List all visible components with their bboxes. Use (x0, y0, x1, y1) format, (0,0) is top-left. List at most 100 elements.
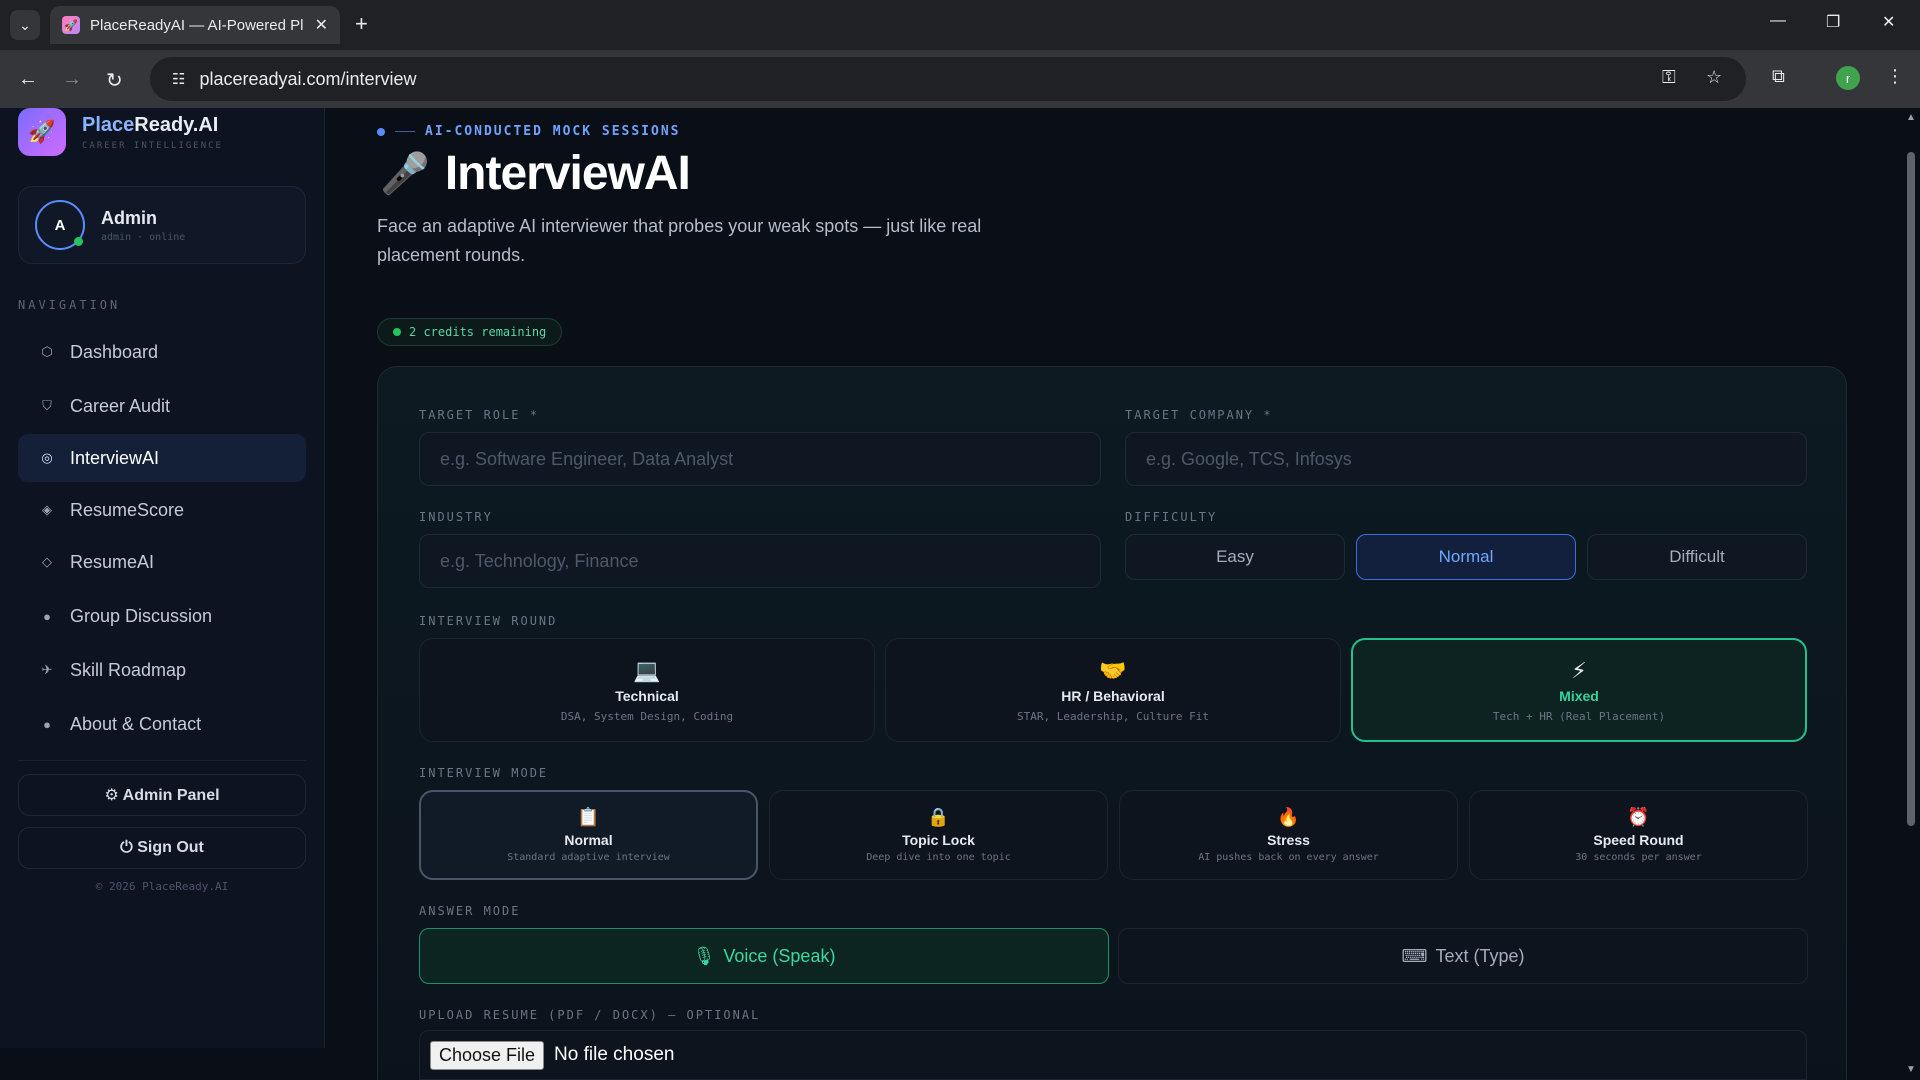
sidebar-item-career-audit[interactable]: ⛉ Career Audit (18, 382, 306, 430)
password-key-icon[interactable]: ⚿ (1662, 67, 1676, 88)
brand-tagline: CAREER INTELLIGENCE (82, 140, 223, 151)
new-tab-plus-icon[interactable]: + (355, 12, 368, 36)
shield-icon: ⛉ (42, 398, 52, 413)
plane-icon: ✈ (41, 662, 53, 677)
sidebar-item-resumescore[interactable]: ◈ ResumeScore (18, 486, 306, 534)
tab-title: PlaceReadyAI — AI-Powered Pl (90, 16, 304, 34)
sidebar-item-resumeai[interactable]: ◇ ResumeAI (18, 538, 306, 586)
forward-arrow-icon[interactable]: → (62, 68, 82, 91)
extensions-puzzle-icon[interactable]: ⧉ (1772, 66, 1785, 87)
reload-icon[interactable]: ↻ (106, 68, 123, 93)
tab-close-icon[interactable]: ✕ (315, 15, 328, 35)
industry-label: INDUSTRY (419, 510, 493, 524)
site-info-icon[interactable]: ☷ (172, 70, 185, 88)
speech-bubble-icon: ● (43, 716, 51, 732)
diamond-icon: ◈ (42, 502, 52, 517)
credits-badge: 2 credits remaining (377, 318, 563, 346)
user-name: Admin (101, 207, 157, 228)
brand[interactable]: 🚀 PlaceReady.AI CAREER INTELLIGENCE (18, 108, 223, 156)
sidebar-divider (18, 760, 306, 761)
target-icon: ◎ (41, 450, 53, 465)
browser-tab-bar: ⌄ 🚀 PlaceReadyAI — AI-Powered Pl ✕ + — ❐… (0, 0, 1920, 50)
tab-list-chevron-icon[interactable]: ⌄ (10, 10, 40, 40)
mode-topic-lock-card[interactable]: 🔒 Topic Lock Deep dive into one topic (769, 790, 1108, 880)
answer-voice-button[interactable]: 🎙 Voice (Speak) (419, 928, 1109, 984)
sign-out-button[interactable]: ⏻ Sign Out (18, 827, 306, 869)
sidebar-item-dashboard[interactable]: ⬡ Dashboard (18, 328, 306, 376)
user-card: A Admin admin · online (18, 186, 306, 264)
upload-resume-label: UPLOAD RESUME (PDF / DOCX) — OPTIONAL (419, 1008, 761, 1022)
interview-mode-label: INTERVIEW MODE (419, 766, 549, 780)
keyboard-icon: ⌨ (1401, 945, 1428, 966)
scroll-up-arrow-icon[interactable]: ▲ (1906, 112, 1916, 123)
resume-file-input[interactable]: Choose File No file chosen (419, 1030, 1807, 1080)
difficulty-normal-button[interactable]: Normal (1356, 534, 1576, 580)
page-scrollbar[interactable]: ▲ ▼ (1902, 108, 1920, 1080)
nav-heading: NAVIGATION (18, 298, 121, 312)
choose-file-button[interactable]: Choose File (430, 1040, 545, 1070)
handshake-icon: 🤝 (1099, 657, 1127, 683)
user-status: admin · online (101, 231, 186, 243)
round-hr-behavioral-card[interactable]: 🤝 HR / Behavioral STAR, Leadership, Cult… (885, 638, 1341, 742)
eyebrow-dot (377, 127, 385, 136)
close-window-icon[interactable]: ✕ (1882, 12, 1895, 32)
difficulty-difficult-button[interactable]: Difficult (1587, 534, 1807, 580)
target-company-input[interactable]: e.g. Google, TCS, Infosys (1125, 432, 1807, 486)
hexagon-icon: ⬡ (41, 344, 53, 359)
url-text: placereadyai.com/interview (199, 68, 417, 89)
rocket-favicon-icon: 🚀 (62, 16, 80, 34)
round-mixed-card[interactable]: ⚡ Mixed Tech + HR (Real Placement) (1351, 638, 1807, 742)
industry-input[interactable]: e.g. Technology, Finance (419, 534, 1101, 588)
eyebrow-line (395, 131, 415, 132)
answer-text-button[interactable]: ⌨ Text (Type) (1118, 928, 1808, 984)
copyright: © 2026 PlaceReady.AI (95, 880, 229, 893)
sidebar-item-interviewai[interactable]: ◎ InterviewAI (18, 434, 306, 482)
lock-icon: 🔒 (927, 807, 950, 827)
page-description: Face an adaptive AI interviewer that pro… (377, 216, 982, 265)
minimize-icon[interactable]: — (1770, 12, 1786, 30)
admin-panel-button[interactable]: ⚙ Admin Panel (18, 774, 306, 816)
rocket-logo-icon: 🚀 (18, 108, 66, 156)
interview-round-label: INTERVIEW ROUND (419, 614, 558, 628)
target-role-input[interactable]: e.g. Software Engineer, Data Analyst (419, 432, 1101, 486)
sidebar-item-about-contact[interactable]: ● About & Contact (18, 700, 306, 748)
lightning-icon: ⚡ (1571, 657, 1587, 683)
mode-stress-card[interactable]: 🔥 Stress AI pushes back on every answer (1119, 790, 1458, 880)
mode-normal-card[interactable]: 📋 Normal Standard adaptive interview (419, 790, 758, 880)
fire-icon: 🔥 (1277, 807, 1300, 827)
answer-mode-label: ANSWER MODE (419, 904, 521, 918)
difficulty-easy-button[interactable]: Easy (1125, 534, 1345, 580)
sidebar: 🚀 PlaceReady.AI CAREER INTELLIGENCE A Ad… (0, 108, 325, 1048)
round-technical-card[interactable]: 💻 Technical DSA, System Design, Coding (419, 638, 875, 742)
browser-tab[interactable]: 🚀 PlaceReadyAI — AI-Powered Pl ✕ (50, 6, 340, 44)
microphone-icon: 🎙 (692, 945, 716, 966)
back-arrow-icon[interactable]: ← (18, 68, 38, 91)
sidebar-item-group-discussion[interactable]: ● Group Discussion (18, 592, 306, 640)
address-bar[interactable]: ☷ placereadyai.com/interview ⚿ ☆ (150, 57, 1746, 101)
difficulty-label: DIFFICULTY (1125, 510, 1218, 524)
target-role-label: TARGET ROLE * (419, 408, 539, 422)
online-status-dot (74, 237, 83, 246)
profile-avatar[interactable]: r (1836, 66, 1860, 90)
brand-name: PlaceReady.AI (82, 113, 219, 136)
sidebar-item-skill-roadmap[interactable]: ✈ Skill Roadmap (18, 646, 306, 694)
avatar: A (35, 200, 85, 250)
clipboard-icon: 📋 (577, 807, 600, 827)
eyebrow: AI-CONDUCTED MOCK SESSIONS (377, 124, 681, 139)
menu-kebab-icon[interactable]: ⋮ (1886, 66, 1904, 87)
diamond-outline-icon: ◇ (42, 554, 52, 569)
credits-dot (393, 328, 401, 336)
scroll-down-arrow-icon[interactable]: ▼ (1906, 1064, 1916, 1075)
mode-speed-round-card[interactable]: ⏰ Speed Round 30 seconds per answer (1469, 790, 1808, 880)
bookmark-star-icon[interactable]: ☆ (1706, 67, 1722, 88)
alarm-clock-icon: ⏰ (1627, 807, 1650, 827)
laptop-icon: 💻 (633, 657, 661, 683)
scroll-thumb[interactable] (1907, 152, 1915, 826)
browser-toolbar: ← → ↻ ☷ placereadyai.com/interview ⚿ ☆ (0, 50, 1920, 108)
file-status: No file chosen (554, 1044, 675, 1065)
page-title: 🎤 InterviewAI (380, 147, 691, 200)
microphone-icon: 🎤 (380, 152, 430, 196)
target-company-label: TARGET COMPANY * (1125, 408, 1273, 422)
restore-icon[interactable]: ❐ (1826, 12, 1840, 32)
chat-bubble-icon: ● (43, 608, 51, 624)
